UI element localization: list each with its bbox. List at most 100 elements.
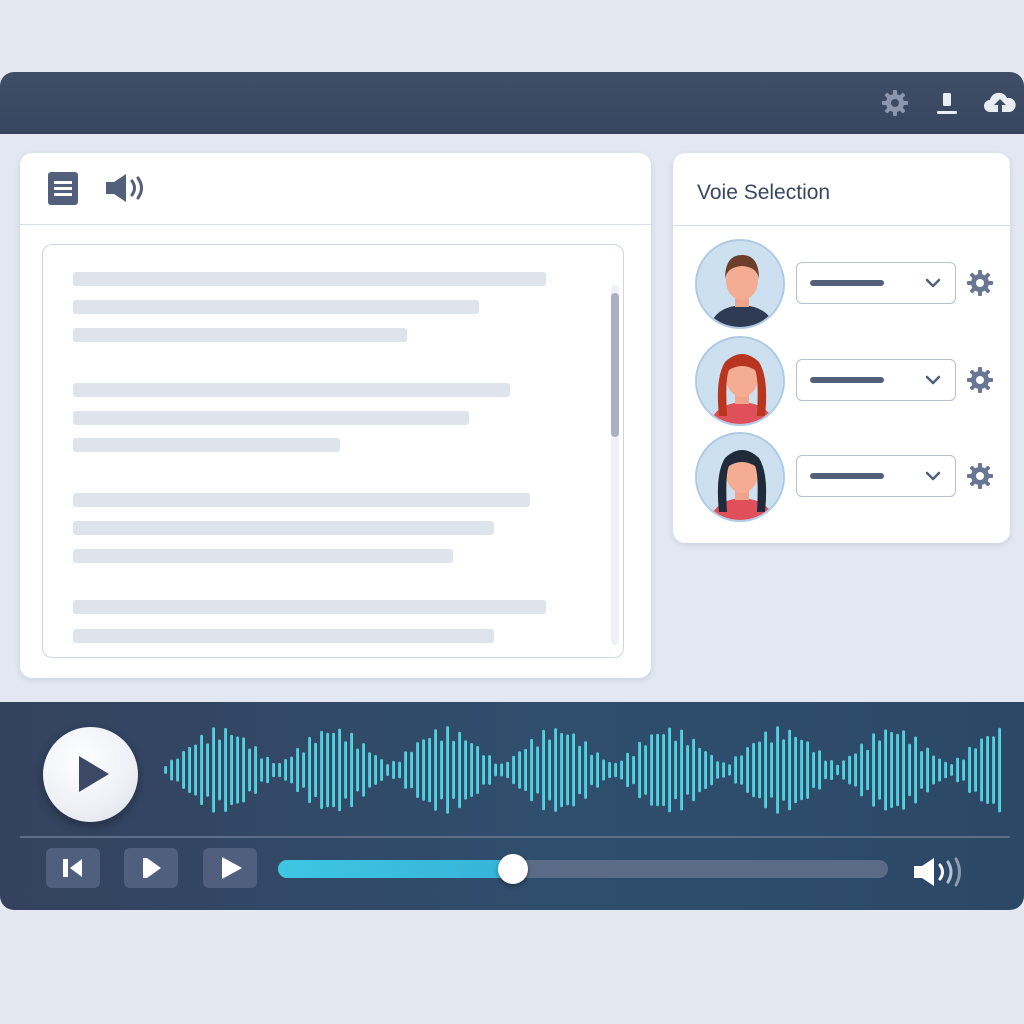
waveform-bar	[812, 752, 815, 789]
progress-handle[interactable]	[497, 854, 528, 884]
waveform-bar	[476, 746, 479, 794]
panel-title: Voie Selection	[697, 181, 831, 204]
waveform-bar	[314, 742, 317, 798]
divider	[20, 836, 1010, 838]
waveform-bar	[380, 759, 383, 781]
voice-dropdown[interactable]	[796, 262, 956, 304]
male-avatar-icon[interactable]	[695, 239, 785, 329]
waveform-bar	[386, 764, 389, 776]
play-icon	[79, 756, 109, 792]
waveform-bar	[350, 732, 353, 808]
waveform-bar	[578, 745, 581, 795]
download-icon[interactable]	[932, 88, 962, 118]
waveform-bar	[584, 741, 587, 799]
voice-dropdown-value	[810, 473, 884, 479]
waveform-bar	[194, 744, 197, 796]
waveform-bar	[302, 752, 305, 788]
scrollbar[interactable]	[611, 285, 619, 645]
waveform-bar	[674, 740, 677, 800]
waveform-bar	[740, 755, 743, 785]
waveform-bar	[758, 741, 761, 799]
text-editor-panel	[20, 153, 651, 678]
waveform-bar	[266, 756, 269, 784]
progress-slider[interactable]	[278, 854, 888, 884]
waveform-bar	[848, 755, 851, 785]
waveform-bar	[170, 759, 173, 781]
waveform-bar	[602, 759, 605, 781]
gear-icon[interactable]	[965, 268, 995, 298]
waveform-bar	[788, 729, 791, 811]
waveform-bar	[968, 746, 971, 793]
waveform-bar	[500, 763, 503, 777]
text-input-area[interactable]	[42, 244, 624, 658]
waveform-bar	[536, 746, 539, 794]
waveform-bar	[416, 742, 419, 798]
waveform-bar	[362, 743, 365, 797]
voice-dropdown[interactable]	[796, 359, 956, 401]
waveform-bar	[242, 737, 245, 803]
waveform-bar	[398, 761, 401, 779]
waveform-bar	[704, 751, 707, 790]
progress-fill	[278, 860, 513, 878]
gear-icon[interactable]	[965, 365, 995, 395]
waveform-bar	[806, 741, 809, 799]
text-placeholder-line	[73, 600, 546, 614]
waveform-bar	[452, 740, 455, 799]
waveform-bar	[728, 764, 731, 776]
waveform-bar	[800, 739, 803, 801]
step-play-button[interactable]	[124, 848, 178, 888]
female-avatar-red-hair-icon[interactable]	[695, 336, 785, 426]
gear-icon[interactable]	[965, 461, 995, 491]
waveform-bar	[926, 747, 929, 793]
waveform-bar	[836, 764, 839, 776]
waveform-bar	[344, 741, 347, 799]
voice-row	[673, 239, 1010, 329]
editor-toolbar	[20, 153, 651, 225]
text-placeholder-line	[73, 328, 407, 342]
waveform-bar	[818, 750, 821, 790]
play-small-button[interactable]	[203, 848, 257, 888]
waveform-bar	[482, 755, 485, 785]
waveform-bar	[518, 751, 521, 789]
text-placeholder-line	[73, 438, 340, 452]
voice-dropdown[interactable]	[796, 455, 956, 497]
waveform-bar	[842, 760, 845, 780]
gear-icon[interactable]	[880, 88, 910, 118]
scrollbar-thumb[interactable]	[611, 293, 619, 437]
waveform-bar	[512, 755, 515, 785]
speaker-icon[interactable]	[102, 169, 152, 207]
waveform-bar	[506, 761, 509, 779]
waveform-bar	[392, 760, 395, 780]
waveform-bar	[440, 740, 443, 800]
waveform-bar	[782, 739, 785, 801]
waveform-bar	[470, 743, 473, 797]
waveform-bar	[692, 738, 695, 802]
waveform-bar	[542, 729, 545, 811]
waveform-bar	[332, 732, 335, 808]
document-icon[interactable]	[46, 169, 80, 207]
waveform-bar	[752, 742, 755, 798]
volume-icon[interactable]	[910, 854, 974, 890]
audio-player	[0, 702, 1024, 910]
audio-waveform[interactable]	[160, 720, 1010, 820]
play-button[interactable]	[43, 727, 138, 822]
skip-back-button[interactable]	[46, 848, 100, 888]
female-avatar-black-hair-icon[interactable]	[695, 432, 785, 522]
text-placeholder-line	[73, 629, 494, 643]
waveform-bar	[218, 739, 221, 801]
waveform-bar	[650, 734, 653, 806]
text-placeholder-line	[73, 411, 469, 425]
chevron-down-icon	[925, 278, 941, 288]
cloud-upload-icon[interactable]	[982, 88, 1018, 118]
waveform-bar	[554, 728, 557, 812]
skip-back-icon	[63, 859, 82, 877]
voice-row	[673, 336, 1010, 426]
waveform-bar	[638, 741, 641, 799]
waveform-bar	[830, 760, 833, 781]
waveform-bar	[530, 738, 533, 802]
waveform-bar	[896, 733, 899, 807]
waveform-bar	[188, 746, 191, 794]
voice-row	[673, 432, 1010, 522]
waveform-bar	[890, 731, 893, 809]
waveform-bar	[572, 733, 575, 807]
